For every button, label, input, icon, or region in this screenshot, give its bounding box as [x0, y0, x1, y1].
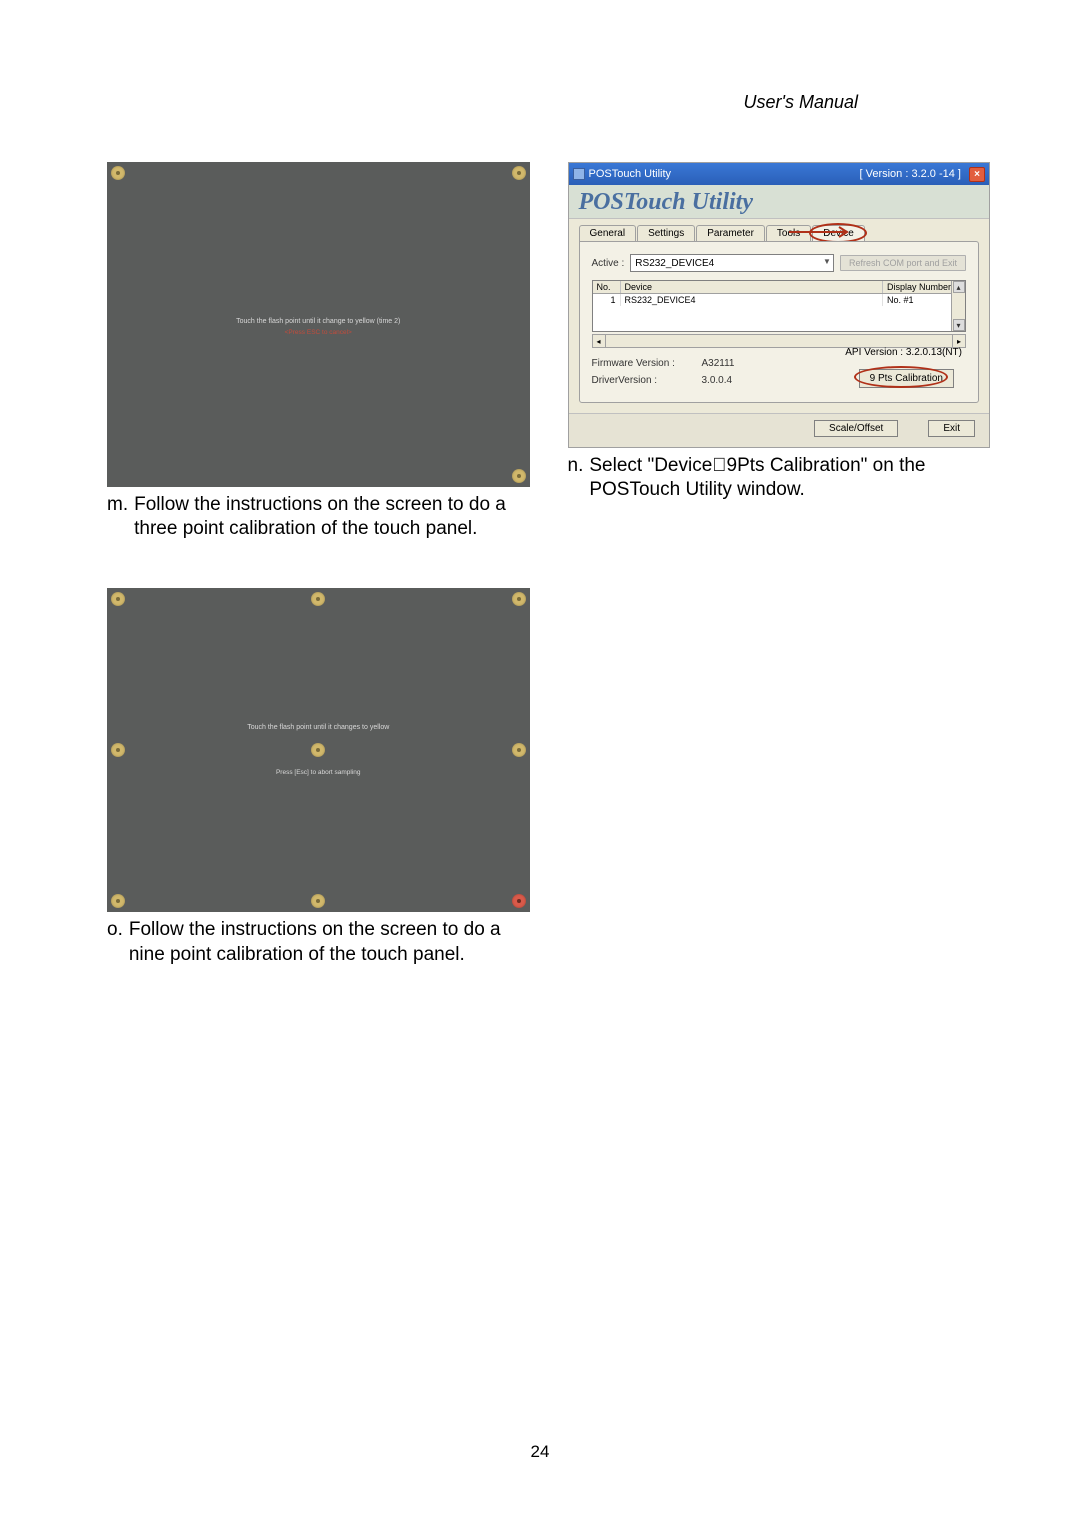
col-device: Device	[621, 281, 884, 293]
step-n-letter: n.	[568, 454, 584, 503]
calib-dot	[512, 166, 526, 180]
grid-header: No. Device Display Number	[593, 281, 966, 294]
calib-dot-active	[512, 894, 526, 908]
col-no: No.	[593, 281, 621, 293]
calib-dot	[111, 894, 125, 908]
calib-line1: Touch the flash point until it changes t…	[247, 724, 389, 731]
step-m-caption: m. Follow the instructions on the screen…	[107, 493, 530, 542]
nine-pts-calibration-button[interactable]: 9 Pts Calibration	[859, 369, 954, 388]
scroll-right-icon[interactable]: ▸	[952, 334, 966, 348]
tab-strip: General Settings Parameter Tools Device	[579, 225, 980, 241]
scroll-up-icon[interactable]: ▴	[953, 281, 965, 293]
grid-h-scrollbar[interactable]: ◂ ▸	[592, 334, 967, 348]
firmware-label: Firmware Version :	[592, 358, 702, 369]
header-manual-label: User's Manual	[744, 92, 858, 113]
calib-dot	[111, 592, 125, 606]
step-o-text: Follow the instructions on the screen to…	[129, 918, 530, 967]
calib-dot	[512, 743, 526, 757]
scroll-down-icon[interactable]: ▾	[953, 319, 965, 331]
titlebar-title: POSTouch Utility	[589, 168, 672, 180]
exit-button[interactable]: Exit	[928, 420, 975, 437]
calib-line2: Press [Esc] to abort sampling	[276, 769, 361, 776]
calib-dot	[111, 743, 125, 757]
tab-tools-label: Tools	[777, 228, 800, 239]
right-column: POSTouch Utility [ Version : 3.2.0 -14 ]…	[568, 162, 991, 967]
calib-dot	[311, 894, 325, 908]
postouch-utility-window: POSTouch Utility [ Version : 3.2.0 -14 ]…	[568, 162, 991, 448]
calib-instruction: Touch the flash point until it change to…	[107, 318, 530, 336]
scroll-left-icon[interactable]: ◂	[592, 334, 606, 348]
tab-general[interactable]: General	[579, 225, 637, 241]
step-m-text: Follow the instructions on the screen to…	[134, 493, 529, 542]
step-o-letter: o.	[107, 918, 123, 967]
api-value: 3.2.0.13(NT)	[906, 347, 962, 358]
window-titlebar: POSTouch Utility [ Version : 3.2.0 -14 ]…	[569, 163, 990, 185]
tab-device[interactable]: Device	[812, 225, 865, 241]
page-number: 24	[0, 1442, 1080, 1462]
close-button[interactable]: ×	[969, 167, 985, 182]
left-column: Touch the flash point until it change to…	[107, 162, 530, 967]
brand-header: POSTouch Utility	[569, 185, 990, 219]
tab-tools[interactable]: Tools	[766, 225, 811, 241]
step-m-letter: m.	[107, 493, 128, 542]
calib-line1: Touch the flash point until it change to…	[236, 318, 400, 325]
tab-settings[interactable]: Settings	[637, 225, 695, 241]
calib-instruction: Touch the flash point until it changes t…	[107, 724, 530, 731]
device-grid[interactable]: No. Device Display Number 1 RS232_DEVICE…	[592, 280, 967, 332]
tab-parameter[interactable]: Parameter	[696, 225, 765, 241]
active-label: Active :	[592, 258, 625, 269]
nine-point-calib-screenshot: Touch the flash point until it changes t…	[107, 588, 530, 913]
step-n-text: Select "Device 9Pts Calibration" on the …	[589, 454, 990, 503]
calib-dot	[311, 743, 325, 757]
calib-dot	[512, 469, 526, 483]
grid-v-scrollbar[interactable]: ▴ ▾	[951, 281, 965, 331]
tab-device-label: Device	[823, 228, 854, 239]
active-device-dropdown[interactable]: RS232_DEVICE4	[630, 254, 834, 272]
step-o-caption: o. Follow the instructions on the screen…	[107, 918, 530, 967]
titlebar-version: [ Version : 3.2.0 -14 ]	[859, 168, 961, 180]
calib-dot	[311, 592, 325, 606]
calib-line2: <Press ESC to cancel>	[107, 329, 530, 336]
calib-instruction-2: Press [Esc] to abort sampling	[107, 769, 530, 776]
cell-device: RS232_DEVICE4	[621, 294, 884, 306]
window-bottom-buttons: Scale/Offset Exit	[569, 413, 990, 447]
scale-offset-button[interactable]: Scale/Offset	[814, 420, 898, 437]
calib-dot	[111, 166, 125, 180]
driver-label: DriverVersion :	[592, 375, 702, 386]
cell-no: 1	[593, 294, 621, 306]
api-label: API Version :	[845, 347, 903, 358]
calib-dot	[512, 592, 526, 606]
nine-pts-label: 9 Pts Calibration	[870, 373, 943, 384]
active-device-value: RS232_DEVICE4	[635, 258, 714, 269]
device-panel: Active : RS232_DEVICE4 Refresh COM port …	[579, 241, 980, 403]
step-n-caption: n. Select "Device 9Pts Calibration" on t…	[568, 454, 991, 503]
table-row[interactable]: 1 RS232_DEVICE4 No. #1	[593, 294, 966, 306]
refresh-button: Refresh COM port and Exit	[840, 255, 966, 271]
firmware-value: A32111	[702, 358, 967, 369]
three-point-calib-screenshot: Touch the flash point until it change to…	[107, 162, 530, 487]
titlebar-icon	[573, 168, 585, 180]
scroll-track[interactable]	[606, 334, 953, 348]
